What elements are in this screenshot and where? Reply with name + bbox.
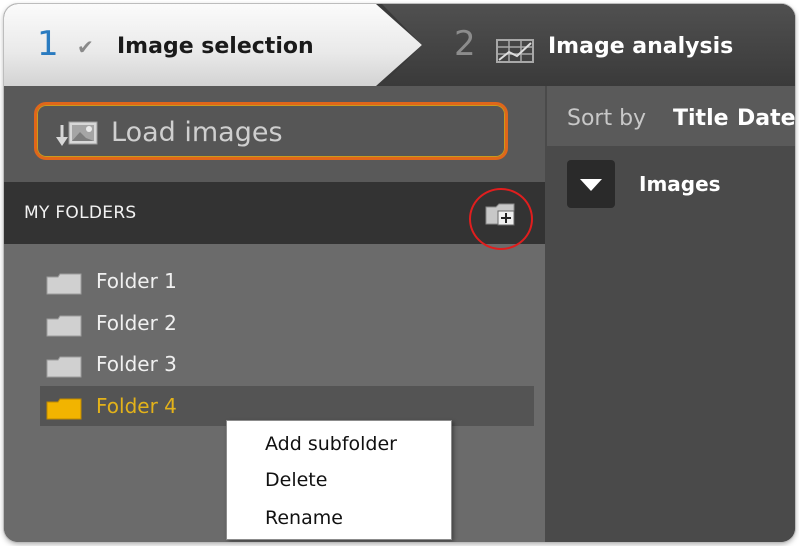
folder-icon	[46, 315, 82, 341]
folder-icon	[46, 356, 82, 382]
sort-by-label: Sort by	[567, 106, 647, 131]
folder-label: Folder 1	[96, 269, 177, 293]
sort-option-date[interactable]: Date	[737, 106, 795, 131]
folder-item-3[interactable]: Folder 3	[40, 344, 534, 384]
folder-item-1[interactable]: Folder 1	[40, 261, 534, 301]
sort-option-title[interactable]: Title	[673, 106, 729, 131]
triangle-down-icon	[567, 179, 615, 212]
my-folders-header: MY FOLDERS	[4, 182, 545, 250]
menu-delete[interactable]: Delete	[265, 469, 327, 491]
sort-bar: Sort by Title Date	[547, 86, 795, 146]
checkmark-icon: ✔	[77, 35, 94, 59]
step-1-title[interactable]: Image selection	[117, 34, 314, 60]
grid-chart-icon	[495, 38, 535, 68]
right-panel: Sort by Title Date Images	[547, 86, 795, 542]
folder-label: Folder 3	[96, 352, 177, 376]
load-images-label: Load images	[111, 117, 283, 148]
load-area: Load images	[4, 86, 545, 182]
wizard-steps: 1 ✔ Image selection 2 Image analysis	[4, 4, 795, 86]
add-folder-highlight	[469, 188, 533, 250]
step-1-number: 1	[37, 24, 59, 64]
step-2-number: 2	[454, 24, 476, 64]
folder-icon	[46, 398, 82, 424]
images-group-label: Images	[639, 172, 721, 196]
menu-rename[interactable]: Rename	[265, 507, 343, 529]
app-window: 1 ✔ Image selection 2 Image analysis Loa…	[4, 4, 795, 542]
images-toggle-button[interactable]	[567, 160, 615, 208]
my-folders-title: MY FOLDERS	[24, 203, 137, 223]
folder-icon	[46, 273, 82, 299]
folder-label: Folder 2	[96, 311, 177, 335]
step-2-title[interactable]: Image analysis	[548, 34, 733, 60]
folder-context-menu: Add subfolder Delete Rename	[226, 420, 452, 540]
menu-add-subfolder[interactable]: Add subfolder	[265, 433, 397, 455]
load-images-button[interactable]: Load images	[34, 102, 508, 160]
folder-item-2[interactable]: Folder 2	[40, 303, 534, 343]
load-images-icon	[53, 119, 99, 153]
folder-label: Folder 4	[96, 394, 177, 418]
